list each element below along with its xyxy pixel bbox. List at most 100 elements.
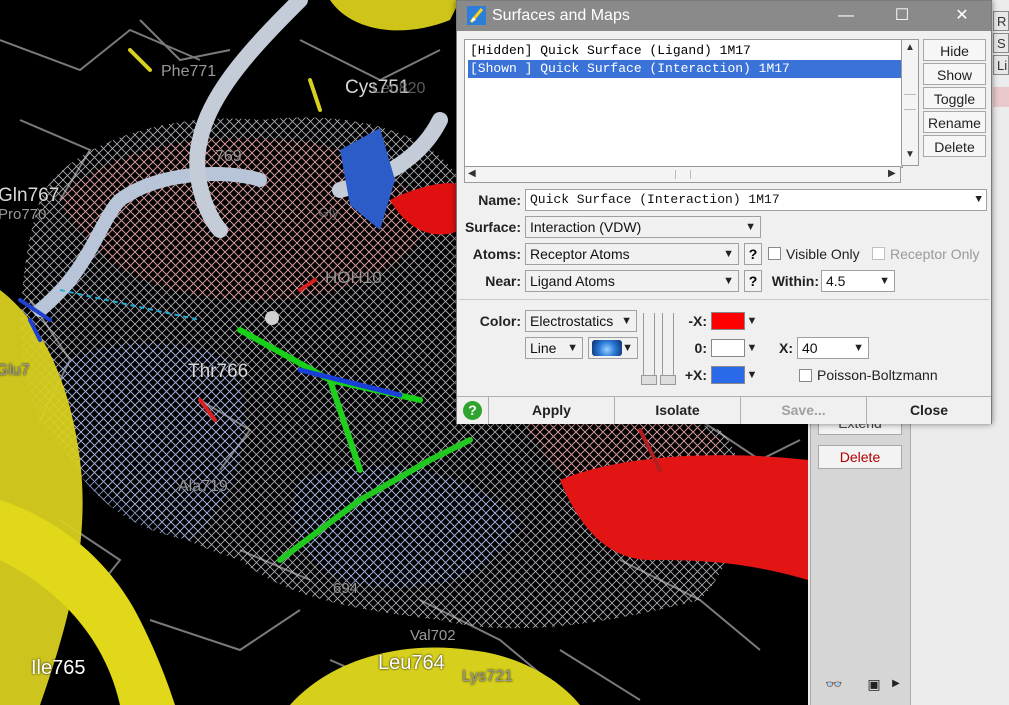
tab-s[interactable]: S xyxy=(993,33,1009,53)
scroll-up-icon[interactable]: ▲ xyxy=(905,42,915,53)
dropdown-arrow-icon: ▼ xyxy=(723,248,734,260)
color-mode-select[interactable]: Electrostatics ▼ xyxy=(525,310,637,332)
style-select[interactable]: Line ▼ xyxy=(525,337,583,359)
residue-label: Gln767 xyxy=(0,185,60,206)
hide-button[interactable]: Hide xyxy=(923,39,986,61)
atoms-help-button[interactable]: ? xyxy=(744,243,762,265)
close-button[interactable]: Close xyxy=(867,397,991,424)
dropdown-arrow-icon: ▼ xyxy=(745,221,756,233)
name-value: Quick Surface (Interaction) 1M17 xyxy=(530,192,780,207)
dropdown-arrow-icon: ▼ xyxy=(879,275,890,287)
delete-button[interactable]: Delete xyxy=(818,445,902,469)
dropdown-arrow-icon: ▼ xyxy=(723,275,734,287)
delete-button[interactable]: Delete xyxy=(923,135,986,157)
image-icon[interactable]: ▣ xyxy=(863,673,885,695)
within-select[interactable]: 4.5 ▼ xyxy=(821,270,895,292)
zero-color-swatch[interactable] xyxy=(711,339,745,357)
close-icon[interactable]: ✕ xyxy=(939,1,985,31)
glasses-icon[interactable]: 👓 xyxy=(819,673,849,695)
pos-color-swatch[interactable] xyxy=(711,366,745,384)
surface-value: Interaction (VDW) xyxy=(530,219,642,235)
save-button: Save... xyxy=(741,397,867,424)
show-button[interactable]: Show xyxy=(923,63,986,85)
list-item[interactable]: [Hidden] Quick Surface (Ligand) 1M17 xyxy=(468,42,902,60)
maximize-icon[interactable]: ☐ xyxy=(879,1,925,31)
residue-label: Gly xyxy=(318,204,339,220)
sphere-material-icon xyxy=(592,340,622,356)
atoms-select[interactable]: Receptor Atoms ▼ xyxy=(525,243,739,265)
tab-r[interactable]: R xyxy=(993,11,1009,31)
poisson-boltzmann-label: Poisson-Boltzmann xyxy=(817,367,938,383)
scroll-thumb[interactable] xyxy=(904,94,916,110)
scroll-right-icon[interactable]: ▶ xyxy=(888,168,896,179)
scroll-down-icon[interactable]: ▼ xyxy=(905,149,915,160)
residue-label: Glu7 xyxy=(0,362,30,379)
surface-list[interactable]: [Hidden] Quick Surface (Ligand) 1M17 [Sh… xyxy=(464,39,903,168)
visible-only-checkbox[interactable] xyxy=(768,247,781,260)
surface-label: Surface: xyxy=(464,219,521,235)
tab-li[interactable]: Li xyxy=(993,55,1009,75)
residue-label: HOH10 xyxy=(325,268,382,287)
name-label: Name: xyxy=(478,192,521,208)
neg-x-label: -X: xyxy=(688,313,707,329)
style-value: Line xyxy=(530,340,557,356)
scroll-thumb[interactable] xyxy=(675,170,691,179)
dialog-button-bar: ? Apply Isolate Save... Close xyxy=(457,396,991,425)
near-select[interactable]: Ligand Atoms ▼ xyxy=(525,270,739,292)
rename-button[interactable]: Rename xyxy=(923,111,986,133)
transparency-slider-back[interactable] xyxy=(660,313,676,385)
residue-label: Val702 xyxy=(410,627,456,644)
dropdown-arrow-icon: ▼ xyxy=(621,315,632,327)
dropdown-arrow-icon: ▼ xyxy=(853,342,864,354)
receptor-only-checkbox xyxy=(872,247,885,260)
residue-label: Leu820 xyxy=(372,80,426,97)
dialog-titlebar[interactable]: Surfaces and Maps — ☐ ✕ xyxy=(457,1,991,31)
neg-color-swatch[interactable] xyxy=(711,312,745,330)
residue-label: Ile765 xyxy=(31,657,86,679)
dropdown-arrow-icon[interactable]: ▼ xyxy=(746,338,758,358)
residue-label: Pro770 xyxy=(0,206,47,223)
residue-label: Ala719 xyxy=(178,478,228,495)
transparency-slider-front[interactable] xyxy=(641,313,657,385)
surface-select[interactable]: Interaction (VDW) ▼ xyxy=(525,216,761,238)
dropdown-arrow-icon: ▼ xyxy=(622,342,633,354)
color-mode-value: Electrostatics xyxy=(530,313,614,329)
slider-handle[interactable] xyxy=(660,375,676,385)
near-value: Ligand Atoms xyxy=(530,273,615,289)
x-label: X: xyxy=(779,340,793,356)
near-help-button[interactable]: ? xyxy=(744,270,762,292)
minimize-icon[interactable]: — xyxy=(823,1,869,31)
scroll-left-icon[interactable]: ◀ xyxy=(468,168,476,179)
apply-button[interactable]: Apply xyxy=(489,397,615,424)
residue-label: Lys721 xyxy=(462,668,513,685)
horizontal-scrollbar[interactable]: ◀ ▶ xyxy=(464,166,901,183)
surfaces-and-maps-dialog: Surfaces and Maps — ☐ ✕ [Hidden] Quick S… xyxy=(456,0,992,424)
receptor-only-label: Receptor Only xyxy=(890,246,980,262)
app-icon xyxy=(467,6,486,25)
residue-label: 694 xyxy=(333,580,359,597)
help-button[interactable]: ? xyxy=(457,397,489,424)
isolate-button[interactable]: Isolate xyxy=(615,397,741,424)
residue-label: 769 xyxy=(215,148,242,165)
list-item-selected[interactable]: [Shown ] Quick Surface (Interaction) 1M1… xyxy=(468,60,902,78)
material-select[interactable]: ▼ xyxy=(588,337,638,359)
play-icon[interactable]: ▶ xyxy=(889,673,903,695)
dialog-title: Surfaces and Maps xyxy=(492,7,630,24)
color-label: Color: xyxy=(479,313,521,329)
water-atom xyxy=(265,311,279,325)
selection-strip xyxy=(993,87,1009,107)
within-label: Within: xyxy=(771,273,819,289)
residue-label: Thr766 xyxy=(188,361,249,382)
slider-handle[interactable] xyxy=(641,375,657,385)
name-field[interactable]: Quick Surface (Interaction) 1M17 ▼ xyxy=(525,189,987,211)
vertical-scrollbar[interactable]: ▲ ▼ xyxy=(901,39,919,166)
atoms-value: Receptor Atoms xyxy=(530,246,630,262)
dropdown-arrow-icon: ▼ xyxy=(975,194,982,206)
dropdown-arrow-icon[interactable]: ▼ xyxy=(746,311,758,331)
section-divider xyxy=(459,299,989,300)
dropdown-arrow-icon[interactable]: ▼ xyxy=(746,365,758,385)
zero-label: 0: xyxy=(694,340,707,356)
poisson-boltzmann-checkbox[interactable] xyxy=(799,369,812,382)
x-value-select[interactable]: 40 ▼ xyxy=(797,337,869,359)
toggle-button[interactable]: Toggle xyxy=(923,87,986,109)
